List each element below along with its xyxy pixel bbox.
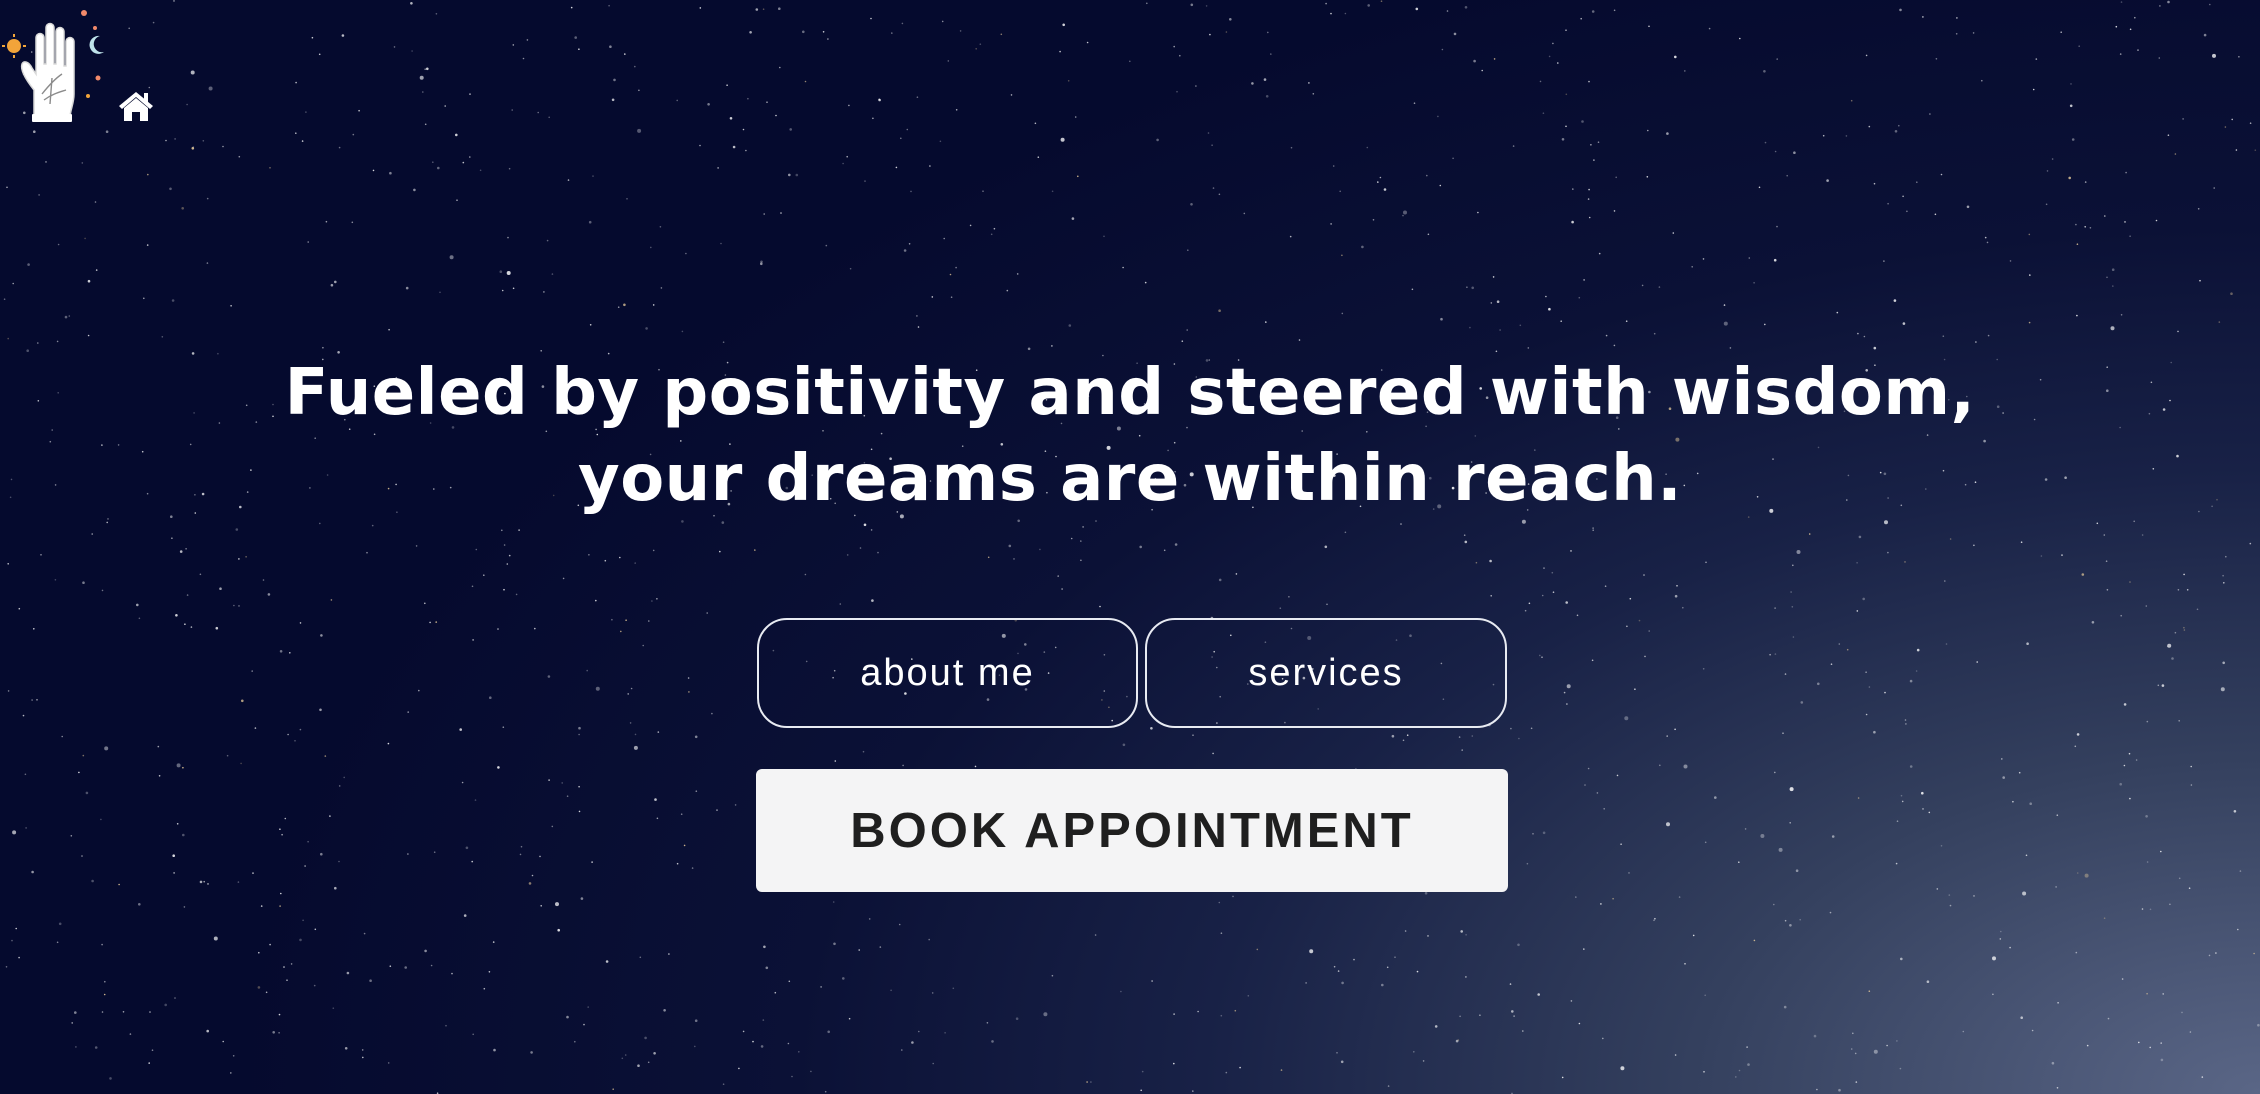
services-button[interactable]: services bbox=[1145, 618, 1507, 728]
starry-sky-background bbox=[3, 0, 2260, 1094]
home-icon[interactable] bbox=[117, 88, 155, 124]
book-appointment-button[interactable]: BOOK APPOINTMENT bbox=[756, 769, 1508, 892]
hero-headline-line-1: Fueled by positivity and steered with wi… bbox=[284, 356, 1976, 430]
sun-icon bbox=[2, 34, 26, 58]
moon-icon bbox=[89, 35, 104, 54]
hero-headline: Fueled by positivity and steered with wi… bbox=[0, 350, 2260, 522]
hero-headline-line-2: your dreams are within reach. bbox=[577, 442, 1683, 516]
about-me-button[interactable]: about me bbox=[757, 618, 1138, 728]
hand-icon bbox=[20, 22, 75, 119]
palm-hand-logo-icon[interactable] bbox=[0, 8, 112, 124]
